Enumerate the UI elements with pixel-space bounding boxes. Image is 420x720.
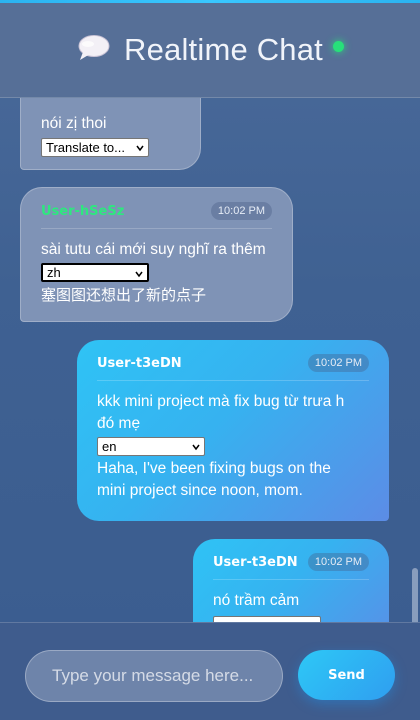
- translate-select[interactable]: en: [97, 437, 205, 456]
- message-timestamp: 10:02 PM: [210, 202, 272, 220]
- translate-select-value: en: [102, 439, 117, 454]
- message-text-line: kkk mini project mà fix bug từ trưa h: [97, 393, 345, 410]
- message-translation-line: mini project since noon, mom.: [97, 482, 303, 499]
- translate-select[interactable]: zh: [41, 263, 149, 282]
- translate-select-value: zh: [47, 265, 61, 280]
- send-button-label: Send: [328, 667, 365, 683]
- message-text: nó trầm cảm: [213, 592, 300, 609]
- message-received: User-hSeSz 10:02 PM sài tutu cái mới suy…: [20, 187, 293, 322]
- message-username: User-t3eDN: [97, 355, 182, 371]
- message-timestamp: 10:02 PM: [307, 354, 369, 372]
- message-input[interactable]: Type your message here...: [25, 650, 283, 702]
- message-timestamp: 10:02 PM: [307, 553, 369, 571]
- online-status-dot: [333, 40, 344, 52]
- message-translation-line: Haha, I've been fixing bugs on the: [97, 460, 331, 477]
- chevron-down-icon: [192, 444, 200, 451]
- message-translation: Haha, I've been fixing bugs on the mini …: [97, 458, 369, 502]
- message-translation: 塞图图还想出了新的点子: [41, 286, 207, 304]
- message-username: User-hSeSz: [41, 203, 125, 219]
- chat-header: Realtime Chat: [0, 3, 420, 98]
- app-title: Realtime Chat: [123, 32, 323, 67]
- message-text: sài tutu cái mới suy nghĩ ra thêm: [41, 241, 266, 258]
- message-list[interactable]: nói zị thoi Translate to... User-hSeSz 1…: [0, 98, 420, 622]
- message-text: nói zị thoi: [41, 115, 107, 132]
- speech-bubble-icon: [78, 35, 110, 60]
- message-text-line: đó mẹ: [97, 415, 141, 432]
- translate-select-value: Translate to...: [46, 140, 125, 155]
- message-sent: User-t3eDN 10:02 PM nó trầm cảm: [193, 539, 389, 622]
- composer-bar: Type your message here... Send: [0, 622, 420, 720]
- message-header: User-hSeSz 10:02 PM: [41, 202, 272, 229]
- message-header: User-t3eDN 10:02 PM: [97, 354, 369, 381]
- message-received: nói zị thoi Translate to...: [20, 98, 201, 170]
- scrollbar-thumb[interactable]: [412, 568, 418, 622]
- send-button[interactable]: Send: [298, 650, 395, 700]
- chevron-down-icon: [135, 271, 143, 278]
- message-sent: User-t3eDN 10:02 PM kkk mini project mà …: [77, 340, 389, 521]
- message-text: kkk mini project mà fix bug từ trưa h đó…: [97, 391, 369, 435]
- translate-select[interactable]: Translate to...: [41, 138, 149, 157]
- chevron-down-icon: [136, 145, 144, 152]
- message-input-placeholder: Type your message here...: [52, 666, 254, 685]
- message-header: User-t3eDN 10:02 PM: [213, 553, 369, 580]
- message-username: User-t3eDN: [213, 554, 298, 570]
